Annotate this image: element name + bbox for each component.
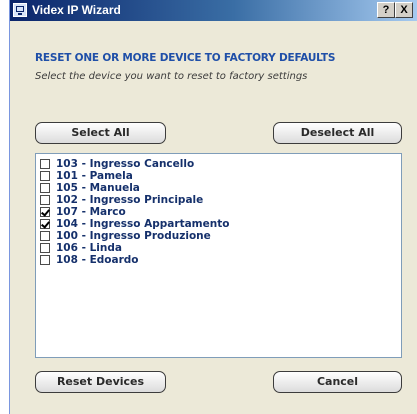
dialog-heading: RESET ONE OR MORE DEVICE TO FACTORY DEFA… xyxy=(35,52,336,64)
device-item[interactable]: 102 - Ingresso Principale xyxy=(40,194,203,206)
device-label: 103 - Ingresso Cancello xyxy=(56,158,195,170)
device-checkbox[interactable] xyxy=(40,231,50,241)
device-item[interactable]: 104 - Ingresso Appartamento xyxy=(40,218,229,230)
cancel-button[interactable]: Cancel xyxy=(273,371,402,393)
device-checkbox[interactable] xyxy=(40,219,50,229)
device-checkbox[interactable] xyxy=(40,195,50,205)
close-button[interactable]: X xyxy=(395,2,413,18)
device-label: 100 - Ingresso Produzione xyxy=(56,230,211,242)
device-label: 108 - Edoardo xyxy=(56,254,139,266)
device-item[interactable]: 107 - Marco xyxy=(40,206,126,218)
device-checkbox[interactable] xyxy=(40,207,50,217)
device-label: 107 - Marco xyxy=(56,206,126,218)
reset-devices-button[interactable]: Reset Devices xyxy=(35,371,166,393)
device-checkbox[interactable] xyxy=(40,255,50,265)
title-bar[interactable]: Videx IP Wizard ? X xyxy=(10,0,417,21)
select-all-button[interactable]: Select All xyxy=(35,122,166,144)
dialog-window: Videx IP Wizard ? X RESET ONE OR MORE DE… xyxy=(9,0,417,414)
app-icon xyxy=(13,3,27,17)
help-button[interactable]: ? xyxy=(377,2,395,18)
device-label: 101 - Pamela xyxy=(56,170,133,182)
device-item[interactable]: 106 - Linda xyxy=(40,242,122,254)
device-checkbox[interactable] xyxy=(40,159,50,169)
device-label: 104 - Ingresso Appartamento xyxy=(56,218,230,230)
device-label: 105 - Manuela xyxy=(56,182,140,194)
device-item[interactable]: 101 - Pamela xyxy=(40,170,133,182)
device-checkbox[interactable] xyxy=(40,243,50,253)
device-checkbox[interactable] xyxy=(40,171,50,181)
window-title: Videx IP Wizard xyxy=(32,3,121,17)
device-item[interactable]: 108 - Edoardo xyxy=(40,254,138,266)
device-checkbox[interactable] xyxy=(40,183,50,193)
device-item[interactable]: 105 - Manuela xyxy=(40,182,140,194)
device-list[interactable]: 103 - Ingresso Cancello 101 - Pamela 105… xyxy=(35,153,402,358)
deselect-all-button[interactable]: Deselect All xyxy=(273,122,402,144)
device-item[interactable]: 103 - Ingresso Cancello xyxy=(40,158,194,170)
device-label: 106 - Linda xyxy=(56,242,122,254)
device-label: 102 - Ingresso Principale xyxy=(56,194,204,206)
dialog-subheading: Select the device you want to reset to f… xyxy=(35,71,308,82)
device-item[interactable]: 100 - Ingresso Produzione xyxy=(40,230,211,242)
